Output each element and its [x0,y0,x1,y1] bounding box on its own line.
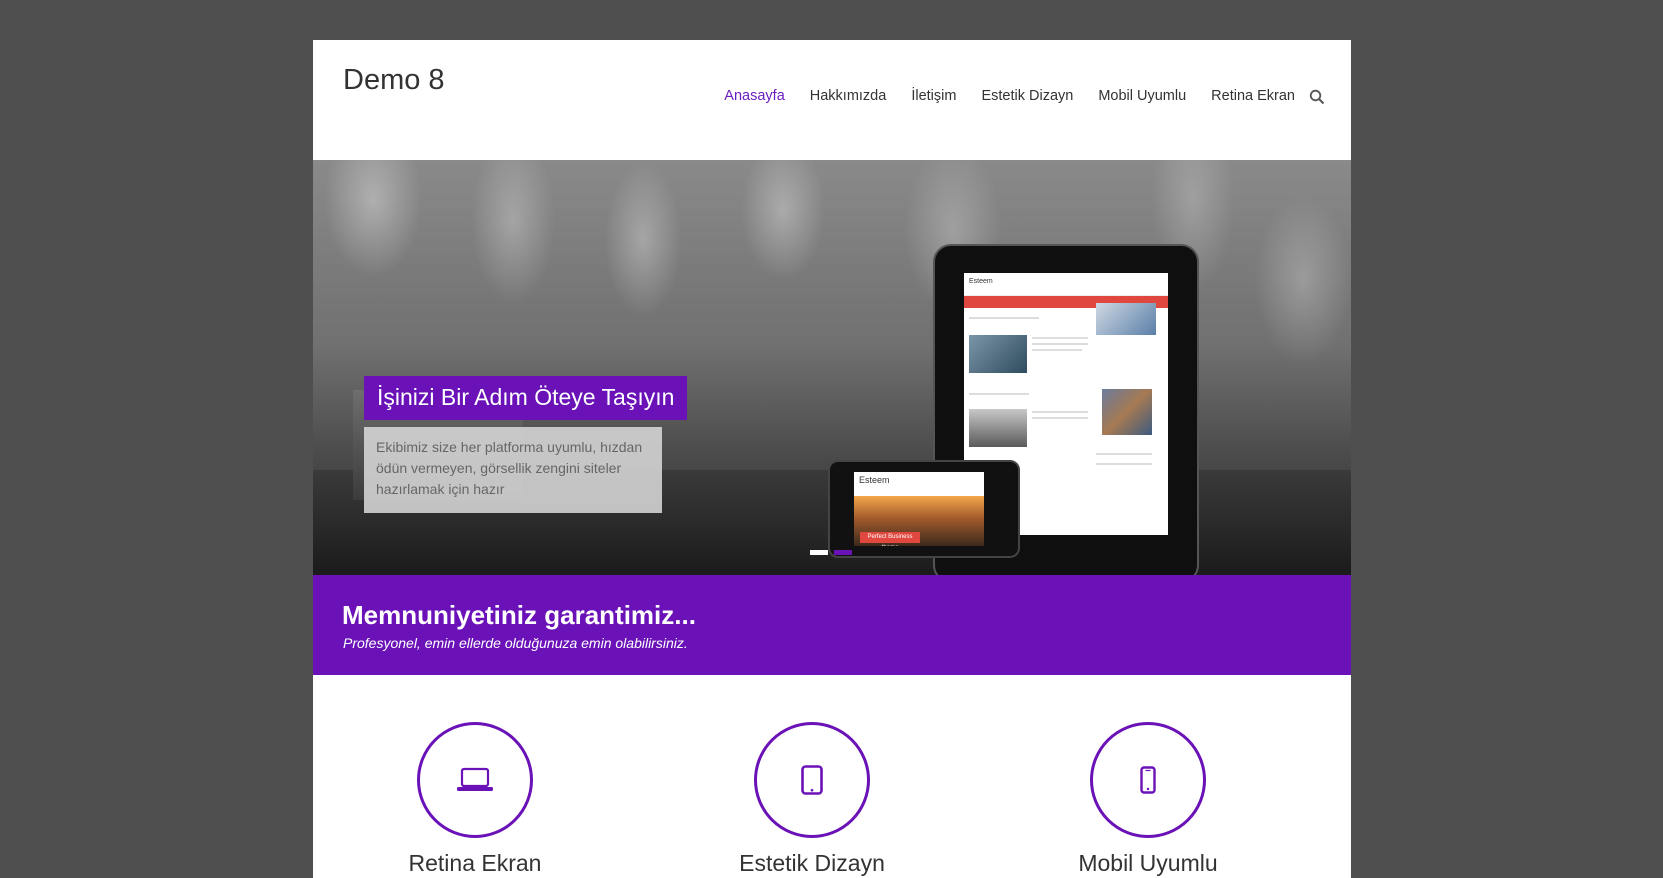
feature-icon-circle[interactable] [1090,722,1206,838]
nav-item-retina-ekran[interactable]: Retina Ekran [1211,88,1295,104]
site-header: Demo 8 Anasayfa Hakkımızda İletişim Este… [313,40,1351,160]
promo-subtitle: Profesyonel, emin ellerde olduğunuza emi… [343,635,688,651]
tablet-screen-image [1102,389,1152,435]
phone-screen-logo: Esteem [859,475,890,485]
feature-title: Estetik Dizayn [739,850,885,876]
feature-icon-circle[interactable] [417,722,533,838]
feature-icon-circle[interactable] [754,722,870,838]
tablet-screen-header: Esteem [964,273,1168,296]
promo-band: Memnuniyetiniz garantimiz... Profesyonel… [313,575,1351,675]
mobile-icon [1140,766,1156,794]
main-nav: Anasayfa Hakkımızda İletişim Estetik Diz… [699,88,1325,105]
tablet-screen-line [1096,453,1152,455]
slider-dot-2[interactable] [834,550,852,555]
nav-item-estetik-dizayn[interactable]: Estetik Dizayn [981,88,1073,104]
tablet-screen-image [1096,303,1156,335]
feature-title: Retina Ekran [408,850,542,876]
tablet-screen-image [969,335,1027,373]
tablet-screen-line [1032,349,1082,351]
tablet-screen-line [969,393,1029,395]
slide-description: Ekibimiz size her platforma uyumlu, hızd… [364,427,662,513]
page: Demo 8 Anasayfa Hakkımızda İletişim Este… [313,40,1351,878]
phone-screen-button: Perfect Business theme [860,532,920,546]
search-icon[interactable] [1309,89,1325,105]
feature-title: Mobil Uyumlu [1078,850,1218,876]
phone-mockup-image: Esteem Perfect Business theme [828,460,1020,558]
site-title[interactable]: Demo 8 [343,64,445,97]
tablet-screen-line [1032,411,1088,413]
laptop-icon [457,767,493,791]
promo-title: Memnuniyetiniz garantimiz... [342,600,696,630]
tablet-screen-line [1096,463,1152,465]
feature-mobil-uyumlu: Mobil Uyumlu [1028,722,1268,877]
phone-screen: Esteem Perfect Business theme [854,472,984,546]
tablet-screen-logo: Esteem [969,278,993,285]
tablet-screen-line [1032,337,1088,339]
nav-item-anasayfa[interactable]: Anasayfa [724,88,784,104]
tablet-screen-image [969,409,1027,447]
hero-slider[interactable]: Esteem Esteem Perfect Business İşinizi B… [313,160,1351,575]
feature-retina-ekran: Retina Ekran [355,722,595,877]
tablet-screen-line [1032,343,1088,345]
tablet-icon [801,765,823,795]
nav-item-hakkimizda[interactable]: Hakkımızda [810,88,887,104]
tablet-screen-line [969,317,1039,319]
nav-item-mobil-uyumlu[interactable]: Mobil Uyumlu [1098,88,1186,104]
nav-item-iletisim[interactable]: İletişim [911,88,956,104]
slider-dot-1[interactable] [810,550,828,555]
tablet-screen-line [1032,417,1088,419]
feature-estetik-dizayn: Estetik Dizayn [692,722,932,877]
slide-title: İşinizi Bir Adım Öteye Taşıyın [364,376,688,420]
